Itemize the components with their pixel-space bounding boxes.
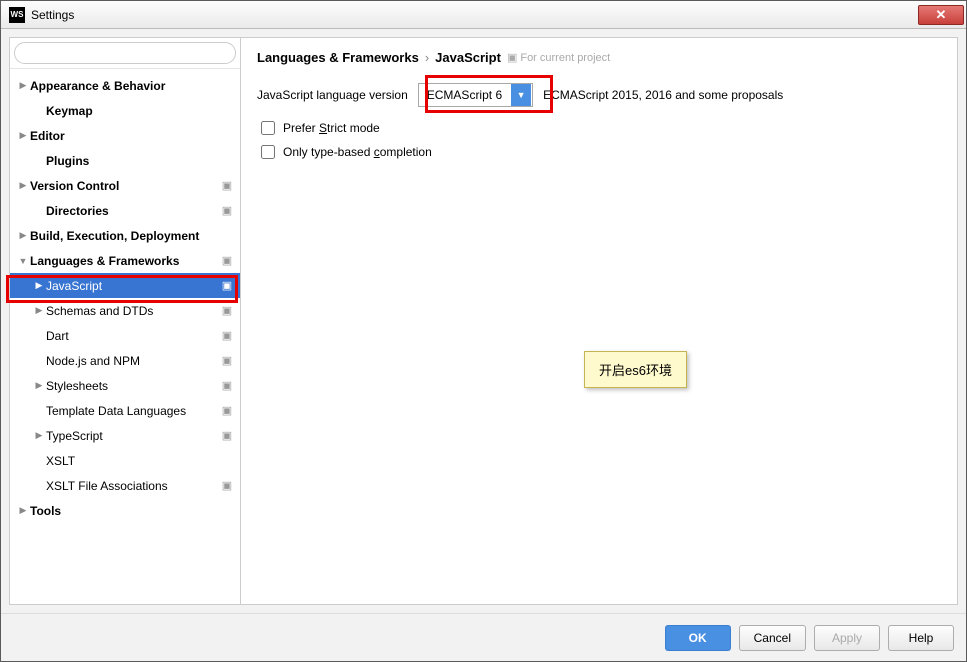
project-scope-icon: ▣	[220, 329, 234, 343]
tree-item-javascript[interactable]: ▶JavaScript▣	[10, 273, 240, 298]
apply-button[interactable]: Apply	[814, 625, 880, 651]
tree-item-directories[interactable]: Directories▣	[10, 198, 240, 223]
chevron-down-icon: ▼	[511, 84, 531, 106]
tree-item-stylesheets[interactable]: ▶Stylesheets▣	[10, 373, 240, 398]
tree-item-template-data-languages[interactable]: Template Data Languages▣	[10, 398, 240, 423]
language-version-value: ECMAScript 6	[419, 88, 510, 102]
tree-item-label: Schemas and DTDs	[46, 304, 220, 318]
type-completion-checkbox[interactable]	[261, 145, 275, 159]
tree-item-label: Node.js and NPM	[46, 354, 220, 368]
chevron-right-icon: ▶	[16, 130, 30, 141]
chevron-right-icon: ▶	[16, 230, 30, 241]
close-icon: ✕	[936, 7, 947, 23]
chevron-right-icon: ▶	[32, 430, 46, 441]
tree-item-label: Directories	[46, 204, 220, 218]
breadcrumb-separator: ›	[425, 50, 429, 65]
tree-item-label: XSLT	[46, 454, 234, 468]
help-button[interactable]: Help	[888, 625, 954, 651]
annotation-callout: 开启es6环境	[584, 351, 687, 388]
language-version-label: JavaScript language version	[257, 88, 408, 102]
tree-item-build-execution-deployment[interactable]: ▶Build, Execution, Deployment	[10, 223, 240, 248]
project-scope-icon: ▣	[220, 404, 234, 418]
type-completion-row: Only type-based completion	[261, 145, 941, 159]
tree-item-label: JavaScript	[46, 279, 220, 293]
tree-item-dart[interactable]: Dart▣	[10, 323, 240, 348]
breadcrumb-part-1: Languages & Frameworks	[257, 50, 419, 65]
window-title: Settings	[31, 8, 918, 22]
tree-item-label: TypeScript	[46, 429, 220, 443]
project-scope-icon: ▣	[507, 51, 517, 64]
project-scope-icon: ▣	[220, 479, 234, 493]
main-panel: Languages & Frameworks › JavaScript ▣ Fo…	[241, 37, 958, 605]
tree-item-tools[interactable]: ▶Tools	[10, 498, 240, 523]
content-area: ▶Appearance & BehaviorKeymap▶EditorPlugi…	[1, 29, 966, 613]
project-scope-icon: ▣	[220, 204, 234, 218]
language-version-select[interactable]: ECMAScript 6 ▼	[418, 83, 533, 107]
sidebar: ▶Appearance & BehaviorKeymap▶EditorPlugi…	[9, 37, 241, 605]
tree-item-label: Keymap	[46, 104, 234, 118]
chevron-down-icon: ▼	[16, 256, 30, 266]
tree-item-label: Plugins	[46, 154, 234, 168]
tree-item-label: Editor	[30, 129, 234, 143]
chevron-right-icon: ▶	[16, 80, 30, 91]
chevron-right-icon: ▶	[16, 505, 30, 516]
tree-item-node-js-and-npm[interactable]: Node.js and NPM▣	[10, 348, 240, 373]
type-completion-label[interactable]: Only type-based completion	[283, 145, 432, 159]
tree-item-appearance-behavior[interactable]: ▶Appearance & Behavior	[10, 73, 240, 98]
tree-item-label: Appearance & Behavior	[30, 79, 234, 93]
tree-item-label: XSLT File Associations	[46, 479, 220, 493]
chevron-right-icon: ▶	[16, 180, 30, 191]
project-scope-icon: ▣	[220, 304, 234, 318]
breadcrumb-hint-text: For current project	[520, 52, 610, 64]
settings-tree: ▶Appearance & BehaviorKeymap▶EditorPlugi…	[10, 69, 240, 604]
strict-mode-checkbox[interactable]	[261, 121, 275, 135]
tree-item-typescript[interactable]: ▶TypeScript▣	[10, 423, 240, 448]
project-scope-icon: ▣	[220, 279, 234, 293]
project-scope-icon: ▣	[220, 179, 234, 193]
titlebar: WS Settings ✕	[1, 1, 966, 29]
breadcrumb-hint: ▣ For current project	[507, 51, 610, 64]
app-icon: WS	[9, 7, 25, 23]
tree-item-label: Tools	[30, 504, 234, 518]
language-version-row: JavaScript language version ECMAScript 6…	[257, 83, 941, 107]
chevron-right-icon: ▶	[32, 380, 46, 391]
strict-mode-row: Prefer Strict mode	[261, 121, 941, 135]
ok-button[interactable]: OK	[665, 625, 731, 651]
tree-item-version-control[interactable]: ▶Version Control▣	[10, 173, 240, 198]
settings-window: WS Settings ✕ ▶Appearance & BehaviorKeym…	[0, 0, 967, 662]
tree-item-plugins[interactable]: Plugins	[10, 148, 240, 173]
search-wrap	[10, 38, 240, 69]
tree-item-label: Build, Execution, Deployment	[30, 229, 234, 243]
tree-item-label: Stylesheets	[46, 379, 220, 393]
chevron-right-icon: ▶	[32, 305, 46, 316]
project-scope-icon: ▣	[220, 379, 234, 393]
strict-mode-label[interactable]: Prefer Strict mode	[283, 121, 380, 135]
tree-item-label: Template Data Languages	[46, 404, 220, 418]
tree-item-keymap[interactable]: Keymap	[10, 98, 240, 123]
breadcrumb: Languages & Frameworks › JavaScript ▣ Fo…	[257, 50, 941, 65]
tree-item-label: Version Control	[30, 179, 220, 193]
chevron-right-icon: ▶	[32, 280, 46, 291]
tree-item-xslt-file-associations[interactable]: XSLT File Associations▣	[10, 473, 240, 498]
tree-item-editor[interactable]: ▶Editor	[10, 123, 240, 148]
tree-item-label: Dart	[46, 329, 220, 343]
tree-item-languages-frameworks[interactable]: ▼Languages & Frameworks▣	[10, 248, 240, 273]
tree-item-label: Languages & Frameworks	[30, 254, 220, 268]
project-scope-icon: ▣	[220, 254, 234, 268]
close-button[interactable]: ✕	[918, 5, 964, 25]
tree-item-schemas-and-dtds[interactable]: ▶Schemas and DTDs▣	[10, 298, 240, 323]
language-version-hint: ECMAScript 2015, 2016 and some proposals	[543, 88, 783, 102]
project-scope-icon: ▣	[220, 429, 234, 443]
cancel-button[interactable]: Cancel	[739, 625, 806, 651]
tree-item-xslt[interactable]: XSLT	[10, 448, 240, 473]
project-scope-icon: ▣	[220, 354, 234, 368]
breadcrumb-part-2: JavaScript	[435, 50, 501, 65]
search-input[interactable]	[14, 42, 236, 64]
footer: OK Cancel Apply Help	[1, 613, 966, 661]
